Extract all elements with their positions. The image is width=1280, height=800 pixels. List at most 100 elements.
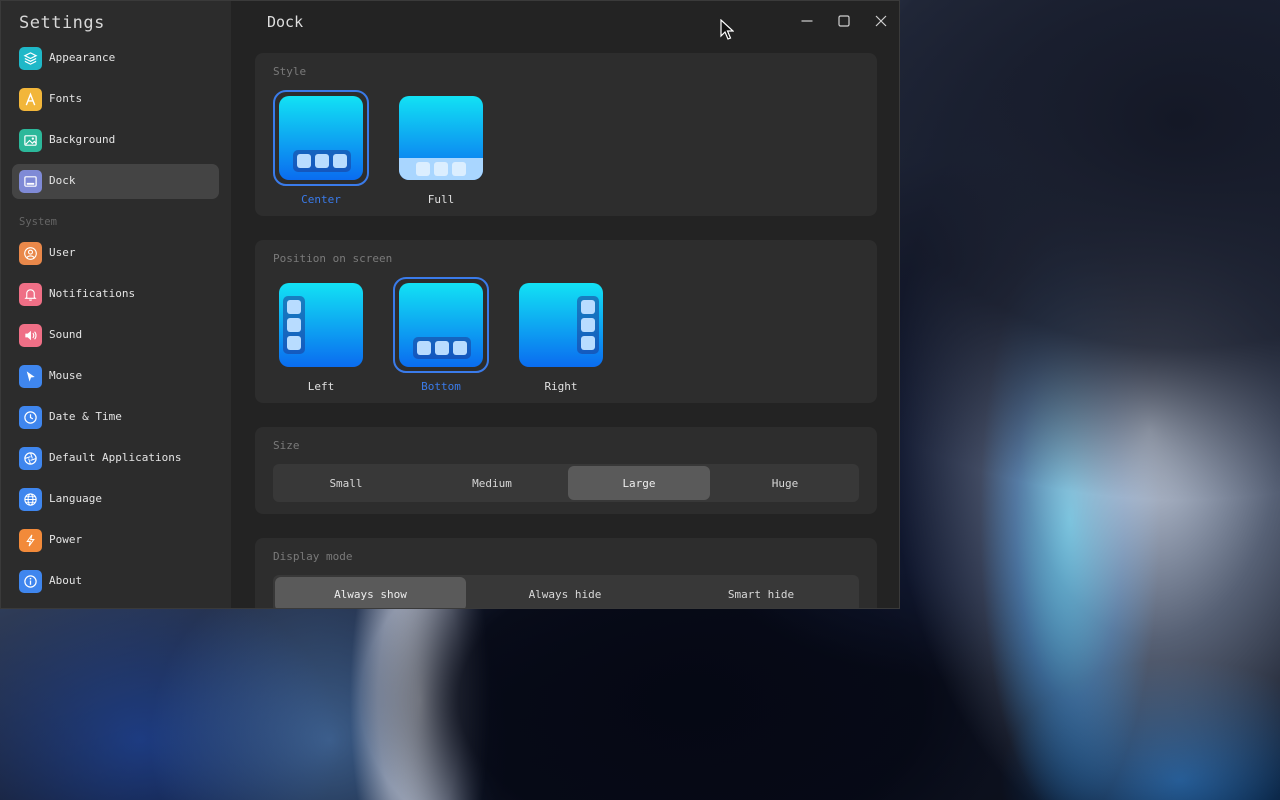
sidebar-item-notifications[interactable]: Notifications <box>12 277 219 312</box>
close-button[interactable] <box>871 11 891 31</box>
sidebar-item-language[interactable]: Language <box>12 482 219 517</box>
sidebar-item-appearance[interactable]: Appearance <box>12 41 219 76</box>
size-option-huge[interactable]: Huge <box>714 466 856 500</box>
preview-dock-item <box>416 162 430 176</box>
user-icon <box>19 242 42 265</box>
preview-dock-item <box>581 300 595 314</box>
size-card: Size Small Medium Large Huge <box>255 427 877 514</box>
globe-icon <box>19 488 42 511</box>
mouse-cursor-icon <box>720 19 734 40</box>
preview-dock-bar <box>413 337 471 359</box>
close-icon <box>875 15 887 27</box>
preview-dock-item <box>287 336 301 350</box>
preview-dock-item <box>287 318 301 332</box>
dock-preview-full <box>399 96 483 180</box>
size-option-small[interactable]: Small <box>275 466 417 500</box>
maximize-button[interactable] <box>834 11 854 31</box>
style-option-full[interactable]: Full <box>393 90 489 210</box>
option-label: Full <box>427 193 455 206</box>
preview-dock-item <box>581 336 595 350</box>
sidebar-item-label: Power <box>49 533 83 546</box>
sidebar-item-sound[interactable]: Sound <box>12 318 219 353</box>
sidebar-item-default-applications[interactable]: Default Applications <box>12 441 219 476</box>
maximize-icon <box>838 15 850 27</box>
preview-dock-bar <box>577 296 599 354</box>
sidebar-item-label: Appearance <box>49 51 116 64</box>
bell-icon <box>19 283 42 306</box>
option-label: Left <box>307 380 335 393</box>
sidebar-item-label: About <box>49 574 83 587</box>
sidebar-item-label: Language <box>49 492 102 505</box>
card-title-display-mode: Display mode <box>273 550 353 563</box>
sidebar-item-label: Notifications <box>49 287 136 300</box>
sidebar-item-label: Background <box>49 133 116 146</box>
sidebar-item-background[interactable]: Background <box>12 123 219 158</box>
preview-dock-item <box>435 341 449 355</box>
sidebar-item-about[interactable]: About <box>12 564 219 599</box>
image-icon <box>19 129 42 152</box>
sidebar-item-fonts[interactable]: Fonts <box>12 82 219 117</box>
page-title: Dock <box>267 13 304 31</box>
preview-dock-item <box>315 154 329 168</box>
sidebar-item-label: Dock <box>49 174 76 187</box>
sidebar-item-label: Date & Time <box>49 410 122 423</box>
dock-preview-left <box>279 283 363 367</box>
font-icon <box>19 88 42 111</box>
card-title-position: Position on screen <box>273 252 393 265</box>
speaker-icon <box>19 324 42 347</box>
sidebar-item-label: Default Applications <box>49 451 182 464</box>
style-card: Style Center Full <box>255 53 877 216</box>
thumb-frame <box>273 277 369 373</box>
sidebar-item-power[interactable]: Power <box>12 523 219 558</box>
display-mode-always-hide[interactable]: Always hide <box>469 577 661 608</box>
main-panel: Dock Style Center Full Position on scree… <box>231 1 899 608</box>
sidebar-item-label: User <box>49 246 76 259</box>
bolt-icon <box>19 529 42 552</box>
sidebar-item-date-time[interactable]: Date & Time <box>12 400 219 435</box>
option-label: Bottom <box>421 380 461 393</box>
dock-icon <box>19 170 42 193</box>
pointer-icon <box>19 365 42 388</box>
sidebar-item-label: Mouse <box>49 369 83 382</box>
app-title: Settings <box>19 13 105 33</box>
position-option-right[interactable]: Right <box>513 277 609 397</box>
thumb-frame <box>393 277 489 373</box>
option-label: Right <box>544 380 578 393</box>
settings-window: Settings Appearance Fonts Background Doc… <box>0 0 900 609</box>
size-option-large[interactable]: Large <box>568 466 710 500</box>
display-mode-always-show[interactable]: Always show <box>275 577 466 608</box>
minimize-button[interactable] <box>797 11 817 31</box>
aperture-icon <box>19 447 42 470</box>
preview-dock-item <box>333 154 347 168</box>
sidebar-item-user[interactable]: User <box>12 236 219 271</box>
sidebar-item-dock[interactable]: Dock <box>12 164 219 199</box>
sidebar: Settings Appearance Fonts Background Doc… <box>1 1 231 608</box>
minimize-icon <box>801 20 813 22</box>
preview-dock-item <box>452 162 466 176</box>
dock-preview-right <box>519 283 603 367</box>
layers-icon <box>19 47 42 70</box>
preview-dock-item <box>287 300 301 314</box>
size-option-medium[interactable]: Medium <box>421 466 563 500</box>
position-option-bottom[interactable]: Bottom <box>393 277 489 397</box>
display-mode-smart-hide[interactable]: Smart hide <box>665 577 857 608</box>
option-label: Center <box>301 193 341 206</box>
style-option-center[interactable]: Center <box>273 90 369 210</box>
size-segmented-control: Small Medium Large Huge <box>273 464 859 502</box>
preview-dock-bar <box>293 150 351 172</box>
dock-preview-center <box>279 96 363 180</box>
thumb-frame <box>513 277 609 373</box>
sidebar-item-mouse[interactable]: Mouse <box>12 359 219 394</box>
thumb-frame <box>393 90 489 186</box>
preview-dock-item <box>297 154 311 168</box>
dock-preview-bottom <box>399 283 483 367</box>
preview-dock-item <box>581 318 595 332</box>
clock-icon <box>19 406 42 429</box>
position-option-left[interactable]: Left <box>273 277 369 397</box>
card-title-size: Size <box>273 439 300 452</box>
card-title-style: Style <box>273 65 307 78</box>
info-icon <box>19 570 42 593</box>
preview-dock-item <box>453 341 467 355</box>
sidebar-item-label: Fonts <box>49 92 83 105</box>
preview-dock-bar <box>399 158 483 180</box>
